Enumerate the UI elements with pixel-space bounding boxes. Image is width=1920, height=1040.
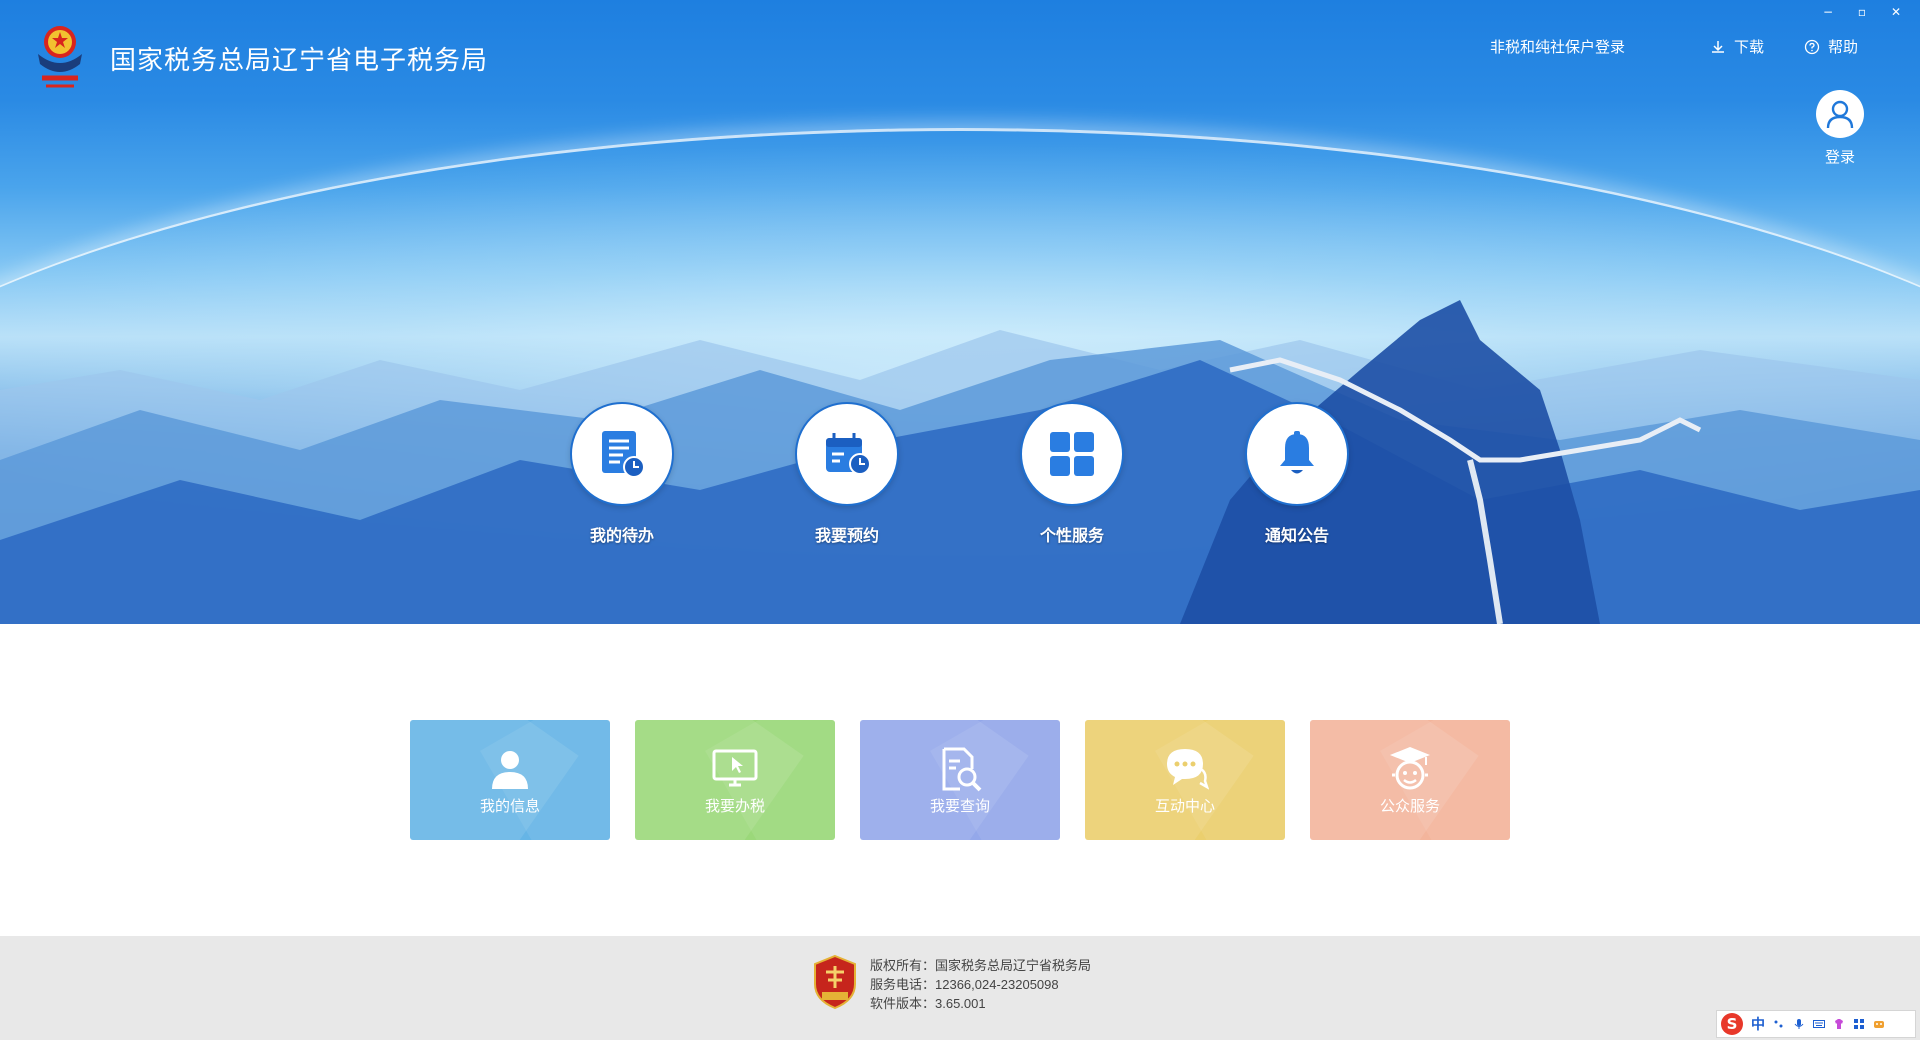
ime-microphone-icon[interactable] (1793, 1018, 1805, 1030)
non-tax-login-link[interactable]: 非税和纯社保户登录 (1490, 36, 1625, 57)
footer-copyright: 版权所有：国家税务总局辽宁省税务局 (870, 958, 1092, 973)
quick-nav-notice-label: 通知公告 (1264, 528, 1329, 545)
hero-banner: 国家税务总局辽宁省电子税务局 − ▫ ✕ 非税和纯社保户登录 下载 帮助 登录 (0, 0, 1920, 624)
minimize-button[interactable]: − (1818, 4, 1838, 20)
help-label: 帮助 (1828, 39, 1859, 56)
tile-my-info[interactable]: 我的信息 (410, 720, 610, 840)
tile-interaction-center-label: 互动中心 (1154, 797, 1215, 815)
ime-skin-icon[interactable] (1833, 1018, 1845, 1030)
download-icon (1712, 40, 1724, 53)
calendar-clock-icon (826, 433, 871, 475)
tile-my-info-label: 我的信息 (479, 797, 540, 815)
quick-nav-notice[interactable]: 通知公告 (1245, 402, 1349, 546)
ime-brand-icon[interactable]: S (1721, 1013, 1743, 1035)
login-label: 登录 (1824, 149, 1855, 166)
graduate-face-icon (1390, 746, 1430, 789)
footer-version: 软件版本：3.65.001 (870, 996, 986, 1011)
ime-mascot-icon[interactable] (1873, 1018, 1885, 1030)
ime-keyboard-icon[interactable] (1813, 1018, 1825, 1030)
quick-nav-todo-circle (570, 402, 674, 506)
quick-nav-notice-circle (1245, 402, 1349, 506)
tile-interaction-center[interactable]: 互动中心 (1085, 720, 1285, 840)
user-icon (492, 750, 528, 789)
window-controls: − ▫ ✕ (1818, 4, 1906, 20)
help-circle-icon (1804, 39, 1820, 54)
grid-apps-icon (1050, 432, 1094, 476)
tile-public-service[interactable]: 公众服务 (1310, 720, 1510, 840)
non-tax-login-label: 非税和纯社保户登录 (1490, 39, 1626, 56)
quick-nav-todo[interactable]: 我的待办 (570, 402, 674, 546)
quick-nav-appointment-label: 我要预约 (814, 528, 879, 545)
ime-mode-toggle[interactable]: 中 (1751, 1014, 1765, 1034)
dangzheng-jiguan-badge-icon (814, 954, 856, 1010)
quick-nav-personal-service-label: 个性服务 (1039, 528, 1104, 545)
quick-nav-personal-service[interactable]: 个性服务 (1020, 402, 1124, 546)
quick-nav-appointment[interactable]: 我要预约 (795, 402, 899, 546)
ime-toolbox-icon[interactable] (1853, 1018, 1865, 1030)
help-link[interactable]: 帮助 (1804, 36, 1858, 57)
close-button[interactable]: ✕ (1886, 4, 1906, 20)
user-outline-icon (1826, 100, 1854, 129)
todo-clock-icon (602, 431, 645, 478)
document-search-icon (942, 747, 982, 791)
login-avatar (1816, 90, 1864, 138)
footer-phone: 服务电话：12366,024-23205098 (870, 977, 1059, 992)
hero-mountains-great-wall (0, 300, 1920, 624)
maximize-button[interactable]: ▫ (1852, 4, 1872, 20)
login-button[interactable]: 登录 (1812, 90, 1868, 167)
download-label: 下载 (1734, 39, 1765, 56)
quick-nav-personal-service-circle (1020, 402, 1124, 506)
footer: 版权所有：国家税务总局辽宁省税务局 服务电话：12366,024-2320509… (0, 936, 1920, 1040)
quick-nav-appointment-circle (795, 402, 899, 506)
tile-handle-tax[interactable]: 我要办税 (635, 720, 835, 840)
tile-query[interactable]: 我要查询 (860, 720, 1060, 840)
tile-query-label: 我要查询 (929, 797, 990, 815)
quick-nav-todo-label: 我的待办 (589, 528, 654, 545)
bell-icon (1280, 431, 1314, 474)
ime-punctuation-icon[interactable] (1773, 1018, 1785, 1030)
ime-toolbar: S 中 (1716, 1010, 1916, 1038)
footer-info: 版权所有：国家税务总局辽宁省税务局 服务电话：12366,024-2320509… (870, 956, 1091, 1013)
monitor-cursor-icon (712, 749, 758, 786)
app-title: 国家税务总局辽宁省电子税务局 (110, 46, 489, 76)
tile-handle-tax-label: 我要办税 (704, 797, 765, 815)
tile-public-service-label: 公众服务 (1379, 797, 1440, 815)
tax-bureau-emblem-logo (38, 26, 82, 88)
download-link[interactable]: 下载 (1710, 36, 1764, 57)
chat-bubble-icon (1167, 748, 1209, 790)
